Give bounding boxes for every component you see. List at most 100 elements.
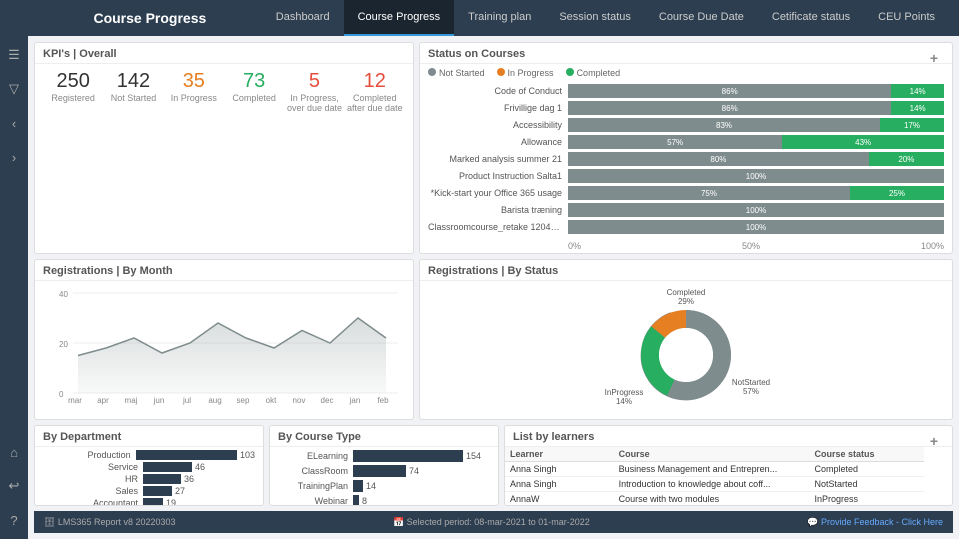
axis-0: 0% [568, 241, 581, 251]
dept-bar [143, 462, 192, 472]
status-bar-row: Accessibility 83% 17% [428, 118, 944, 132]
donut-area: Completed 29% InProgress 14% NotStarted … [420, 281, 952, 419]
kpi-completed-after-due-value: 12 [345, 69, 405, 93]
tab-training-plan[interactable]: Training plan [454, 0, 545, 36]
status-bar-label: Code of Conduct [428, 86, 568, 96]
registrations-by-month-title: Registrations | By Month [35, 260, 413, 281]
status-add-button[interactable]: + [924, 48, 944, 68]
kpi-registered-label: Registered [43, 93, 103, 103]
bar-green: 14% [891, 101, 944, 115]
tab-session-status[interactable]: Session status [545, 0, 645, 36]
dept-label: Service [43, 462, 143, 472]
registrations-by-month-panel: Registrations | By Month 40 20 0 [34, 259, 414, 420]
home-icon[interactable]: ⌂ [3, 441, 25, 463]
status-bar-label: Allowance [428, 137, 568, 147]
list-by-learners-panel: List by learners + Learner Course Course… [504, 425, 953, 506]
footer-version: 🗄 LMS365 Report v8 20220303 [44, 517, 176, 528]
status-bar-label: Marked analysis summer 21 [428, 154, 568, 164]
help-icon[interactable]: ? [3, 509, 25, 531]
col-status: Course status [809, 447, 923, 462]
chart-area-fill [78, 318, 386, 393]
bar-green: 17% [880, 118, 944, 132]
undo-icon[interactable]: ↩ [3, 475, 25, 497]
dept-label: HR [43, 474, 143, 484]
by-department-panel: By Department Production 103 Service 46 [34, 425, 264, 506]
line-chart-svg: 40 20 0 [43, 285, 403, 405]
svg-text:maj: maj [125, 396, 138, 405]
dept-label: Accountant [43, 498, 143, 506]
learner-course: Business Management and Entrepren... [614, 462, 810, 477]
ct-value: 74 [409, 466, 419, 476]
status-bar-track: 83% 17% [568, 118, 944, 132]
status-bar-track: 80% 20% [568, 152, 944, 166]
col-course: Course [614, 447, 810, 462]
kpi-completed-label: Completed [224, 93, 284, 103]
kpi-not-started-label: Not Started [103, 93, 163, 103]
kpi-registered: 250 Registered [43, 69, 103, 113]
learners-add-button[interactable]: + [924, 431, 944, 451]
svg-text:apr: apr [97, 396, 109, 405]
main-content: KPI's | Overall 250 Registered 142 Not S… [28, 36, 959, 539]
learners-tbody: Anna Singh Business Management and Entre… [505, 462, 924, 507]
menu-icon[interactable]: ☰ [3, 44, 25, 66]
status-on-courses-title: Status on Courses + [420, 43, 952, 64]
kpi-in-progress-label: In Progress [164, 93, 224, 103]
bar-green: 25% [850, 186, 944, 200]
status-legend: Not Started In Progress Completed [420, 64, 924, 82]
ct-bars: ELearning 154 ClassRoom 74 TrainingPlan [270, 447, 498, 506]
axis-50: 50% [742, 241, 760, 251]
status-bar-label: Frivillige dag 1 [428, 103, 568, 113]
ct-label: Webinar [278, 496, 353, 506]
chevron-left-icon[interactable]: ‹ [3, 112, 25, 134]
kpi-title: KPI's | Overall [35, 43, 413, 64]
filter-icon[interactable]: ▽ [3, 78, 25, 100]
learners-table-scroll[interactable]: Learner Course Course status Anna Singh … [505, 447, 924, 506]
status-bar-row: Barista træning 100% [428, 203, 944, 217]
status-bar-label: Classroomcourse_retake 120420... [428, 222, 568, 232]
dept-bars: Production 103 Service 46 HR 36 [35, 447, 263, 506]
svg-text:jun: jun [153, 396, 165, 405]
svg-text:feb: feb [377, 396, 389, 405]
donut-center [659, 328, 713, 382]
kpi-in-progress-value: 35 [164, 69, 224, 93]
kpi-completed-after-due: 12 Completed after due date [345, 69, 405, 113]
sidebar: ☰ ▽ ‹ › ⌂ ↩ ? [0, 36, 28, 539]
ct-row: TrainingPlan 14 [278, 480, 490, 492]
learner-status: InProgress [809, 492, 923, 507]
legend-in-progress: In Progress [497, 68, 554, 78]
ct-label: ELearning [278, 451, 353, 461]
label-not-started: NotStarted [732, 378, 770, 387]
tab-course-due-date[interactable]: Course Due Date [645, 0, 758, 36]
bar-gray: 86% [568, 84, 891, 98]
footer-feedback[interactable]: 💬 Provide Feedback - Click Here [807, 517, 943, 528]
by-course-type-panel: By Course Type ELearning 154 ClassRoom 7… [269, 425, 499, 506]
status-bar-label: Accessibility [428, 120, 568, 130]
donut-chart-svg: Completed 29% InProgress 14% NotStarted … [596, 285, 776, 415]
ct-label: TrainingPlan [278, 481, 353, 491]
tab-course-progress[interactable]: Course Progress [344, 0, 455, 36]
app-title: Course Progress [38, 10, 262, 26]
ct-value: 14 [366, 481, 376, 491]
dept-value: 46 [195, 462, 205, 472]
dept-label: Sales [43, 486, 143, 496]
nav-tabs: Dashboard Course Progress Training plan … [262, 0, 949, 36]
col-learner: Learner [505, 447, 614, 462]
table-row: AnnaW Course with two modules InProgress [505, 492, 924, 507]
ct-row: ELearning 154 [278, 450, 490, 462]
footer: 🗄 LMS365 Report v8 20220303 📅 Selected p… [34, 511, 953, 533]
label-completed-pct: 29% [678, 297, 694, 306]
legend-not-started: Not Started [428, 68, 485, 78]
bar-gray: 57% [568, 135, 782, 149]
legend-completed: Completed [566, 68, 621, 78]
legend-dot-in-progress [497, 68, 505, 76]
chevron-right-icon[interactable]: › [3, 146, 25, 168]
ct-bar [353, 495, 359, 506]
tab-dashboard[interactable]: Dashboard [262, 0, 344, 36]
tab-certificate-status[interactable]: Cetificate status [758, 0, 864, 36]
learner-course: Introduction to knowledge about coff... [614, 477, 810, 492]
svg-text:aug: aug [208, 396, 221, 405]
learner-name: Anna Singh [505, 462, 614, 477]
tab-ceu-points[interactable]: CEU Points [864, 0, 949, 36]
kpi-overdue-label: In Progress, over due date [284, 93, 344, 113]
ct-row: Webinar 8 [278, 495, 490, 506]
